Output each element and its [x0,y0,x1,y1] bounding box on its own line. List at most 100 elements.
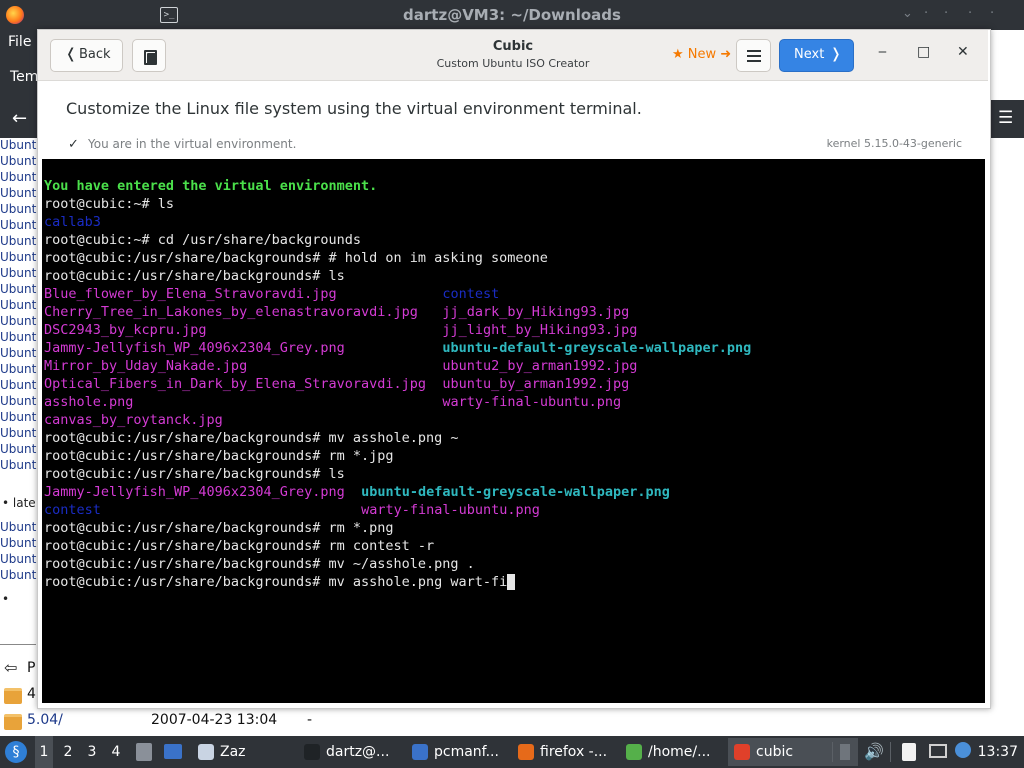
background-list: Ubunt Ubunt Ubunt Ubunt Ubunt Ubunt Ubunt Ubunt… [0,138,38,638]
maximize-icon[interactable]: □ [917,44,930,60]
workspace-2[interactable]: 2 [59,736,77,768]
background-bullet-item: • [2,592,10,606]
background-list-item[interactable]: Ubunt [0,314,36,328]
close-icon[interactable]: ✕ [957,44,969,60]
background-list-item[interactable]: Ubunt [0,458,36,472]
background-list-item[interactable]: Ubunt [0,202,36,216]
terminal-text: Optical_Fibers_in_Dark_by_Elena_Stravora… [44,376,427,392]
background-list-item[interactable]: Ubunt [0,138,36,152]
terminal-cursor [507,574,516,590]
background-list-item[interactable]: Ubunt [0,536,36,550]
background-bullet-item: • late [2,496,36,510]
background-list-item[interactable]: Ubunt [0,442,36,456]
background-list-item[interactable]: Ubunt [0,170,36,184]
background-list-item[interactable]: Ubunt [0,362,36,376]
taskbar: § 1234 Zaz dartz@... pcmanf... firefox -...… [0,736,1024,768]
terminal-text: callab3 [44,214,101,230]
background-list-item[interactable]: Ubunt [0,266,36,280]
kernel-version: kernel 5.15.0-43-generic [826,137,962,150]
minimize-icon[interactable]: ‒ [878,44,887,60]
background-toolbar-right: ☰ [988,100,1024,138]
background-tab[interactable]: Tem [10,69,38,85]
file-cabinet-icon[interactable] [136,743,152,761]
network-icon[interactable] [955,742,971,758]
task-app-icon [304,744,320,760]
file-row-name[interactable]: P [27,660,35,676]
background-list-item[interactable]: Ubunt [0,552,36,566]
terminal-text: root@cubic:/usr/share/backgrounds# rm co… [44,538,435,554]
terminal-text: jj_dark_by_Hiking93.jpg [442,304,630,320]
terminal-text: You have entered the virtual environment… [44,178,378,194]
arrow-back-icon[interactable]: ⇦ [4,658,17,677]
new-project-link[interactable]: ★ New ➜ [672,47,731,62]
hamburger-icon-bar [747,60,761,62]
file-row-name[interactable]: 4 [27,686,36,702]
task-label: Zaz [220,744,246,760]
workspace-1[interactable]: 1 [35,736,53,768]
terminal-text: root@cubic:/usr/share/backgrounds# ls [44,466,345,482]
hamburger-icon-bar [747,50,761,52]
virtual-environment-terminal[interactable]: You have entered the virtual environment… [42,159,985,703]
workspace-3[interactable]: 3 [83,736,101,768]
scroll-icon[interactable] [840,744,850,760]
background-list-item[interactable]: Ubunt [0,218,36,232]
file-row-name[interactable]: 5.04/ [27,712,63,728]
clock[interactable]: 13:37 [978,736,1018,768]
main-menu-button[interactable] [736,39,771,72]
terminal-text: canvas_by_roytanck.jpg [44,412,223,428]
background-list-item[interactable]: Ubunt [0,282,36,296]
background-list-item[interactable]: Ubunt [0,298,36,312]
terminal-text: root@cubic:~# cd /usr/share/backgrounds [44,232,361,248]
terminal-text: root@cubic:/usr/share/backgrounds# mv ~/… [44,556,475,572]
terminal-text: ubuntu-default-greyscale-wallpaper.png [442,340,752,356]
background-list-item[interactable]: Ubunt [0,520,36,534]
background-list-item[interactable]: Ubunt [0,394,36,408]
background-list-item[interactable]: Ubunt [0,250,36,264]
background-list-item[interactable]: Ubunt [0,234,36,248]
menu-file[interactable]: File [8,34,31,50]
background-list-item[interactable]: Ubunt [0,410,36,424]
workspace-4[interactable]: 4 [107,736,125,768]
clipboard-icon[interactable] [902,743,916,761]
task-app-icon [198,744,214,760]
background-list-item[interactable]: Ubunt [0,568,36,582]
dot-icon[interactable]: · [944,6,948,21]
dot-icon[interactable]: · [990,6,994,21]
background-list-item[interactable]: Ubunt [0,346,36,360]
taskbar-task-5[interactable]: cubic [728,738,858,766]
background-list-item[interactable]: Ubunt [0,154,36,168]
terminal-text: Jammy-Jellyfish_WP_4096x2304_Grey.png [44,340,345,356]
back-arrow-icon[interactable]: ← [12,108,27,129]
check-icon: ✓ [68,137,79,152]
terminal-text: warty-final-ubuntu.png [442,394,622,410]
cubic-headerbar: ❬ Back Cubic Custom Ubuntu ISO Creator ★… [38,30,988,81]
start-menu-icon[interactable]: § [5,741,27,763]
chevron-down-icon[interactable]: ⌄ [902,6,913,21]
terminal-text: root@cubic:/usr/share/backgrounds# mv as… [44,430,459,446]
hamburger-menu-icon[interactable]: ☰ [998,108,1013,128]
terminal-text: contest [442,286,500,302]
task-label: cubic [756,744,794,760]
background-tabbar: Tem [0,56,40,100]
taskbar-task-0[interactable]: Zaz [192,738,310,766]
task-app-icon [518,744,534,760]
background-list-item[interactable]: Ubunt [0,426,36,440]
volume-icon[interactable]: 🔊 [864,742,884,761]
separator [832,742,833,762]
background-menubar: File [0,30,40,56]
terminal-text: root@cubic:/usr/share/backgrounds# rm *.… [44,520,394,536]
dot-icon[interactable]: · [924,6,928,21]
cubic-window: ❬ Back Cubic Custom Ubuntu ISO Creator ★… [37,29,991,709]
dot-icon[interactable]: · [968,6,972,21]
background-window-titlebar[interactable]: >_ dartz@VM3: ~/Downloads ⌄ · · · · [0,0,1024,30]
monitor-icon[interactable] [929,744,947,758]
terminal-text: DSC2943_by_kcpru.jpg [44,322,207,338]
background-list-item[interactable]: Ubunt [0,186,36,200]
chevron-right-icon: ❭ [830,46,842,62]
background-list-item[interactable]: Ubunt [0,378,36,392]
next-button-label: Next [794,47,825,62]
desktop-icon[interactable] [164,744,182,759]
background-list-item[interactable]: Ubunt [0,330,36,344]
next-button[interactable]: Next ❭ [779,39,854,72]
file-row-date: 2007-04-23 13:04 [151,712,278,728]
